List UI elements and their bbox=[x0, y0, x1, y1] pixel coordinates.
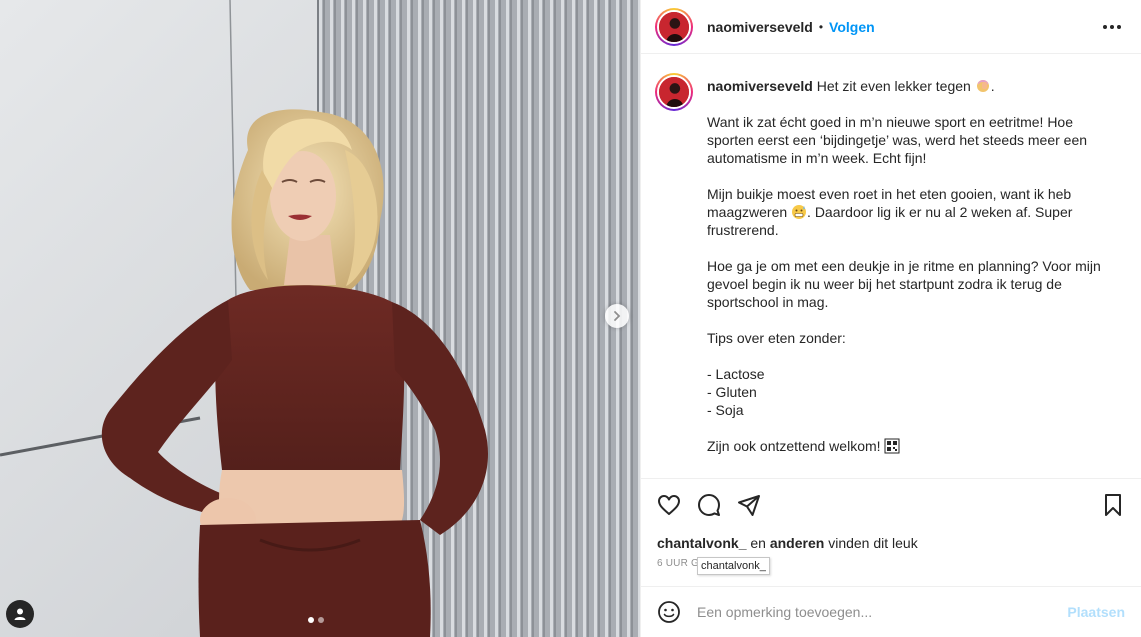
separator-dot: • bbox=[818, 19, 824, 34]
comment-composer: Plaatsen bbox=[641, 586, 1141, 637]
caption-username[interactable]: naomiverseveld bbox=[707, 78, 813, 94]
more-options-icon[interactable] bbox=[1099, 21, 1125, 33]
qr-code-emoji-icon bbox=[884, 438, 900, 454]
comment-icon[interactable] bbox=[697, 493, 721, 517]
likes-summary: chantalvonk_ en anderen vinden dit leuk bbox=[641, 531, 1141, 555]
caption-intro: Het zit even lekker tegen bbox=[816, 78, 971, 94]
username-tooltip: chantalvonk_ bbox=[697, 557, 770, 575]
emoji-picker-icon[interactable] bbox=[657, 600, 681, 624]
post-photo[interactable] bbox=[0, 0, 640, 637]
author-username[interactable]: naomiverseveld bbox=[707, 19, 813, 35]
tagged-users-button[interactable] bbox=[6, 600, 34, 628]
post-comment-button[interactable]: Plaatsen bbox=[1067, 604, 1125, 620]
caption-author-avatar[interactable] bbox=[655, 73, 693, 111]
facepalm-emoji-icon bbox=[976, 80, 989, 92]
likes-and: en bbox=[750, 535, 766, 551]
heart-icon[interactable] bbox=[657, 493, 681, 517]
carousel-indicator bbox=[308, 617, 324, 623]
caption-list-item: - Gluten bbox=[707, 384, 757, 400]
comment-input[interactable] bbox=[697, 604, 1068, 620]
avatar-image bbox=[659, 11, 689, 42]
caption-list-item: - Lactose bbox=[707, 366, 765, 382]
caption-paragraph-4: Tips over eten zonder: bbox=[707, 330, 846, 346]
carousel-dot-2 bbox=[318, 617, 324, 623]
likes-suffix: vinden dit leuk bbox=[828, 535, 918, 551]
caption-scroll-area[interactable]: naomiverseveld Het zit even lekker tegen… bbox=[641, 54, 1141, 478]
follow-button[interactable]: Volgen bbox=[829, 19, 875, 35]
caption-paragraph-1: Want ik zat écht goed in m’n nieuwe spor… bbox=[707, 114, 1088, 166]
action-bar bbox=[641, 479, 1141, 531]
caption-text: naomiverseveld Het zit even lekker tegen… bbox=[707, 72, 1107, 478]
share-icon[interactable] bbox=[737, 493, 761, 517]
photo-image bbox=[0, 0, 640, 637]
caption-paragraph-3: Hoe ga je om met een deukje in je ritme … bbox=[707, 258, 1101, 310]
post-side-panel: naomiverseveld • Volgen naomiverseveld H… bbox=[640, 0, 1141, 637]
instagram-post-modal: naomiverseveld • Volgen naomiverseveld H… bbox=[0, 0, 1141, 637]
next-slide-button[interactable] bbox=[605, 304, 629, 328]
chevron-right-icon bbox=[614, 311, 621, 321]
caption-list-item: - Soja bbox=[707, 402, 744, 418]
liked-by-username[interactable]: chantalvonk_ bbox=[657, 535, 746, 551]
author-avatar[interactable] bbox=[655, 7, 693, 46]
likes-others-link[interactable]: anderen bbox=[770, 535, 824, 551]
user-icon bbox=[14, 608, 26, 620]
caption-intro-end: . bbox=[990, 78, 995, 94]
post-actions-section: chantalvonk_ en anderen vinden dit leuk … bbox=[641, 478, 1141, 575]
post-header: naomiverseveld • Volgen bbox=[641, 0, 1141, 54]
bookmark-icon[interactable] bbox=[1101, 493, 1125, 517]
avatar-image bbox=[659, 77, 689, 107]
caption-paragraph-5: Zijn ook ontzettend welkom! bbox=[707, 438, 881, 454]
grimace-sweat-emoji-icon bbox=[792, 205, 807, 219]
carousel-dot-1 bbox=[308, 617, 314, 623]
post-timestamp-row: 6 UUR GELEDEN chantalvonk_ bbox=[641, 555, 1141, 575]
